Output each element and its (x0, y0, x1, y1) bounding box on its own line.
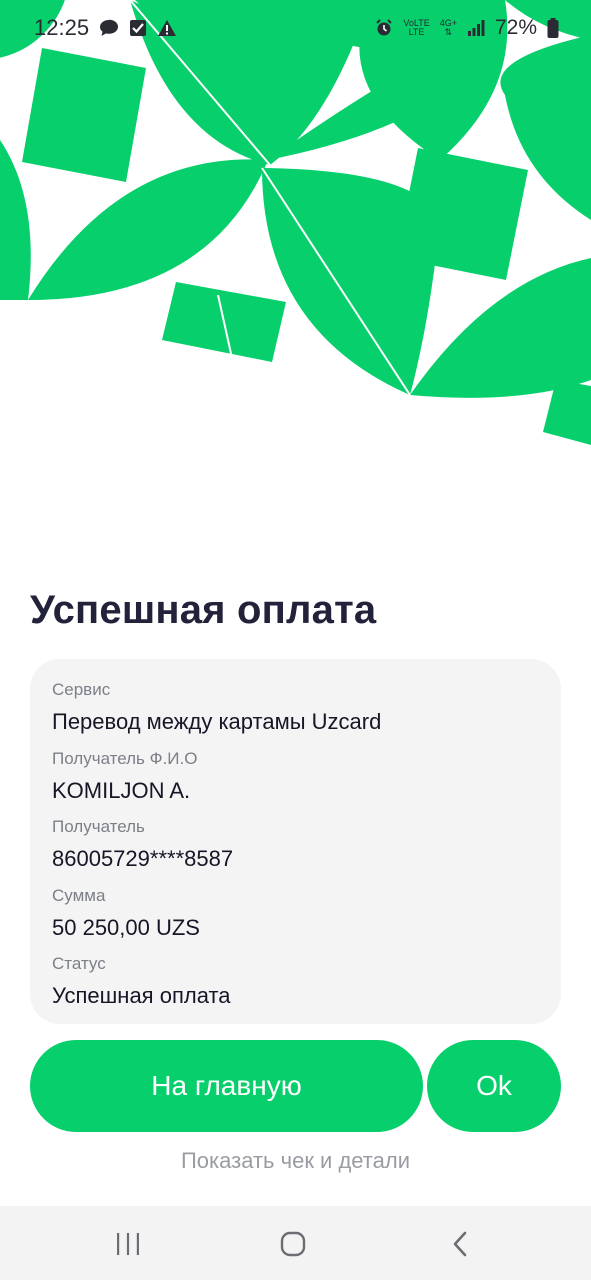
detail-value: 86005729****8587 (52, 846, 234, 871)
detail-label: Сервис (52, 680, 111, 699)
mobile-data-indicator: 4G+ ⇅ (440, 19, 457, 37)
home-icon[interactable] (263, 1224, 323, 1264)
status-bar: 12:25 VoLTE LTE 4G+ ⇅ 72% (0, 0, 591, 56)
battery-icon (547, 18, 559, 38)
system-nav-bar (0, 1206, 591, 1280)
detail-value: 50 250,00 UZS (52, 914, 200, 940)
status-right: VoLTE LTE 4G+ ⇅ 72% (375, 16, 559, 40)
recents-icon[interactable] (98, 1224, 158, 1264)
alarm-icon (375, 19, 393, 37)
detail-value: KOMILJON A. (52, 777, 191, 803)
back-icon[interactable] (430, 1224, 490, 1264)
status-left: 12:25 (34, 15, 177, 41)
warning-icon (157, 19, 177, 37)
status-time: 12:25 (34, 15, 90, 40)
detail-row-recipient-name: Получатель Ф.И.О KOMILJON A. (52, 746, 539, 815)
lte-label: LTE (408, 27, 425, 37)
detail-label: Сумма (52, 885, 106, 905)
checkbox-notification-icon (129, 19, 147, 37)
payment-details-card: Сервис Перевод между картамы Uzcard Полу… (30, 659, 561, 1024)
battery-percent: 72% (494, 16, 537, 39)
pattern-square (22, 48, 146, 182)
detail-value: Перевод между картамы Uzcard (52, 709, 382, 734)
go-home-button[interactable]: На главную (30, 1040, 423, 1132)
detail-row-recipient-card: Получатель 86005729****8587 (52, 814, 539, 883)
chat-bubble-icon (99, 19, 119, 37)
hero-pattern (0, 0, 591, 445)
detail-row-amount: Сумма 50 250,00 UZS (52, 883, 539, 952)
volte-indicator: VoLTE LTE (403, 19, 429, 37)
detail-row-status: Статус Успешная оплата (52, 951, 539, 1020)
detail-value: Успешная оплата (52, 983, 231, 1008)
show-receipt-link[interactable]: Показать чек и детали (0, 1148, 591, 1174)
detail-label: Получатель (52, 817, 145, 836)
detail-row-service: Сервис Перевод между картамы Uzcard (52, 677, 539, 746)
detail-label: Получатель Ф.И.О (52, 748, 198, 768)
detail-label: Статус (52, 954, 106, 973)
page-title: Успешная оплата (30, 588, 377, 632)
ok-button[interactable]: Ok (427, 1040, 561, 1132)
signal-icon (467, 20, 485, 36)
data-arrows-icon: ⇅ (444, 27, 453, 37)
